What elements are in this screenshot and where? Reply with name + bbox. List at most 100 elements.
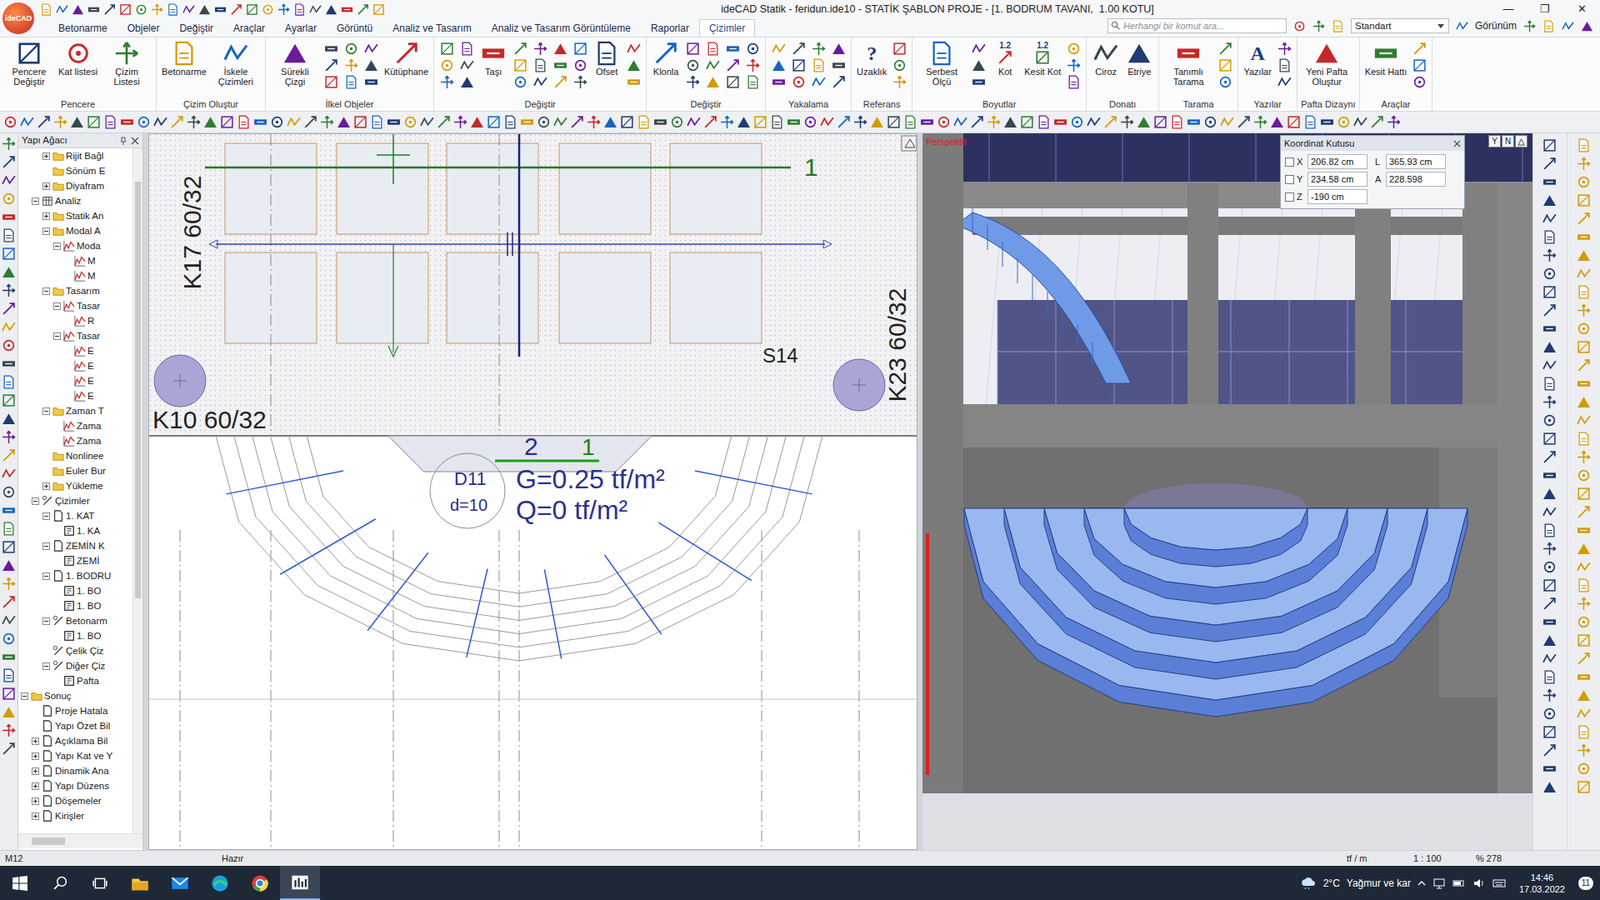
ribbon-button-label[interactable]: Ciroz: [1095, 66, 1117, 77]
right-toolbar-icon[interactable]: [1576, 633, 1591, 648]
ribbon-command-icon[interactable]: [223, 40, 249, 66]
expand-toggle-slot[interactable]: [63, 271, 73, 281]
right-toolbar-icon[interactable]: [1542, 266, 1557, 281]
expand-toggle[interactable]: [42, 287, 50, 295]
toolbar-icon[interactable]: [536, 115, 551, 130]
ribbon-button-label[interactable]: Kat listesi: [58, 66, 98, 77]
tree-item-label[interactable]: Analiz: [55, 193, 81, 209]
scroll-thumb[interactable]: [31, 837, 65, 845]
search-input[interactable]: [1107, 18, 1287, 34]
ribbon-tool-icon[interactable]: [513, 58, 528, 73]
style-dropdown[interactable]: Standart: [1350, 18, 1450, 34]
toolbar-icon[interactable]: [1320, 115, 1335, 130]
toolbar-icon[interactable]: [103, 115, 118, 130]
vertical-scrollbar[interactable]: [132, 148, 143, 834]
expand-toggle-slot[interactable]: [52, 676, 62, 686]
expand-toggle-slot[interactable]: [41, 616, 51, 626]
column-section[interactable]: [833, 359, 885, 411]
tree-item-label[interactable]: E: [87, 343, 95, 359]
ribbon-tool-icon[interactable]: [771, 41, 786, 56]
left-toolbar-icon[interactable]: [1, 466, 16, 481]
right-toolbar-icon[interactable]: [1542, 725, 1557, 740]
expand-toggle-slot[interactable]: [63, 316, 73, 326]
tree-item[interactable]: Zama: [18, 418, 133, 434]
ribbon-command-icon[interactable]: [1373, 40, 1399, 66]
ribbon-button-icon[interactable]: [222, 40, 250, 67]
expand-toggle-slot[interactable]: [52, 301, 62, 311]
left-toolbar-icon[interactable]: [1, 210, 16, 225]
quick-access-icon[interactable]: [372, 3, 385, 16]
ribbon-button-label[interactable]: Yazılar: [1243, 66, 1271, 77]
ribbon-button-icon[interactable]: [113, 40, 140, 67]
toolbar-icon[interactable]: [703, 115, 718, 130]
polar-input[interactable]: [1385, 171, 1446, 187]
quick-access-icon[interactable]: [182, 3, 195, 16]
expand-toggle-slot[interactable]: [63, 256, 73, 266]
ribbon-tool-icon[interactable]: [685, 58, 700, 73]
coordinate-box-header[interactable]: Koordinat Kutusu: [1280, 135, 1465, 151]
left-toolbar-icon[interactable]: [1, 320, 16, 335]
toolbar-icon[interactable]: [1036, 115, 1051, 130]
tree-item-label[interactable]: Proje Hatala: [55, 703, 108, 719]
right-toolbar-icon[interactable]: [1542, 413, 1557, 428]
ribbon-button-icon[interactable]: [593, 40, 620, 67]
right-toolbar-icon[interactable]: [1542, 706, 1557, 721]
ribbon-tool-icon[interactable]: [791, 75, 806, 90]
ribbon-command-icon[interactable]: [929, 40, 955, 66]
right-toolbar-icon[interactable]: [1576, 615, 1591, 630]
toolbar-icon[interactable]: [170, 115, 185, 130]
ribbon-button-label[interactable]: Çizim Listesi: [102, 66, 151, 87]
menu-tab[interactable]: Değiştir: [169, 19, 224, 37]
ribbon-button-icon[interactable]: [1175, 40, 1202, 67]
toolbar-icon[interactable]: [903, 115, 918, 130]
toolbar-icon[interactable]: [953, 115, 968, 130]
toolbar-icon[interactable]: [653, 115, 668, 130]
tree-item[interactable]: Yapı Özet Bil: [18, 718, 133, 734]
ribbon-tool-icon[interactable]: [811, 58, 826, 73]
plan-drawing[interactable]: 1K17 60/32K10 60/32K23 60/32S1421D11d=10…: [149, 134, 918, 850]
quick-access-icon[interactable]: [71, 3, 85, 16]
toolbar-icon[interactable]: [203, 115, 218, 130]
ribbon-button[interactable]: Etriye: [1123, 39, 1155, 78]
toolbar-icon[interactable]: [53, 115, 68, 130]
toolbar-icon[interactable]: [686, 115, 701, 130]
ribbon-tool-icon[interactable]: [344, 75, 359, 90]
ribbon-tool-icon[interactable]: [831, 41, 846, 56]
view-button[interactable]: [1515, 135, 1528, 148]
tree-item[interactable]: 1. BODRU: [18, 568, 133, 584]
left-toolbar-icon[interactable]: [1, 521, 16, 536]
tree-item[interactable]: Döşemeler: [18, 793, 133, 809]
right-toolbar-icon[interactable]: [1576, 175, 1591, 190]
expand-toggle-slot[interactable]: [52, 421, 62, 431]
right-toolbar-icon[interactable]: [1576, 670, 1591, 685]
expand-toggle[interactable]: [31, 812, 40, 820]
tree-item[interactable]: Euler Bur: [18, 463, 133, 479]
tree-item[interactable]: Çelik Çiz: [18, 643, 133, 659]
ribbon-button-label[interactable]: Kesit Kot: [1024, 66, 1061, 77]
toolbar-icon[interactable]: [1455, 20, 1469, 33]
toolbar-icon[interactable]: [436, 115, 451, 130]
expand-toggle-slot[interactable]: [41, 286, 51, 296]
expand-toggle-slot[interactable]: [41, 481, 51, 491]
right-toolbar-icon[interactable]: [1576, 505, 1591, 520]
toolbar-icon[interactable]: [1086, 115, 1101, 130]
expand-toggle-slot[interactable]: [63, 361, 73, 371]
ribbon-tool-icon[interactable]: [364, 41, 379, 56]
expand-toggle-slot[interactable]: [52, 436, 62, 446]
toolbar-icon[interactable]: [553, 115, 568, 130]
toolbar-icon[interactable]: [336, 115, 351, 130]
right-toolbar-icon[interactable]: [1576, 266, 1591, 281]
ribbon-button-label[interactable]: Betonarme: [161, 66, 207, 77]
right-toolbar-icon[interactable]: [1576, 303, 1591, 318]
lock-checkbox[interactable]: [1285, 192, 1295, 202]
tree-item-label[interactable]: Tasar: [76, 328, 100, 344]
toolbar-icon[interactable]: [136, 115, 151, 130]
toolbar-icon[interactable]: [1312, 20, 1325, 33]
ribbon-tool-icon[interactable]: [892, 58, 907, 73]
expand-toggle-slot[interactable]: [41, 541, 51, 551]
toolbar-icon[interactable]: [1303, 115, 1318, 130]
toolbar-icon[interactable]: [620, 115, 635, 130]
toolbar-icon[interactable]: [1580, 20, 1594, 33]
horizontal-scrollbar[interactable]: [18, 833, 143, 849]
ribbon-tool-icon[interactable]: [791, 41, 806, 56]
